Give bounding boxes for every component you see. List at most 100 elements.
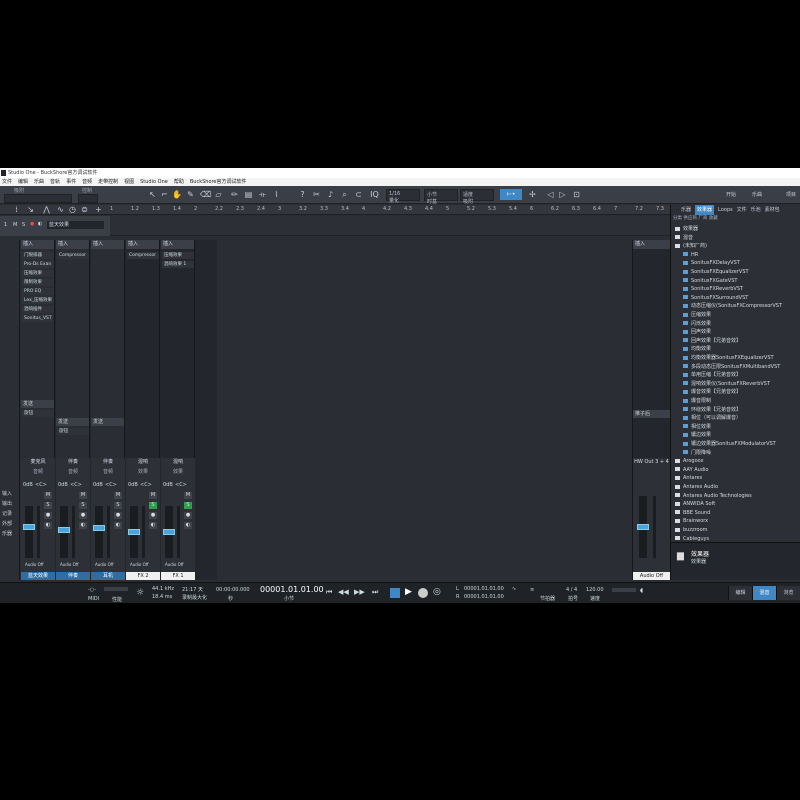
song-page-button[interactable]: 乐曲 [752, 191, 762, 198]
menu-item[interactable]: 音轨 [50, 178, 60, 186]
browser-tab[interactable]: 素材包 [765, 205, 780, 215]
browser-item[interactable]: 闪烁效果 [683, 320, 800, 328]
hw-fader-knob[interactable] [637, 524, 649, 530]
control-dropdown[interactable] [78, 194, 98, 203]
punch-icon[interactable]: ◎ [433, 587, 441, 597]
insert-header[interactable]: 插入 [126, 240, 159, 249]
paint-tool-icon[interactable]: ▱ [214, 190, 223, 199]
clock-icon[interactable]: ◷ [68, 205, 77, 214]
pan-value[interactable]: <C> [105, 482, 117, 488]
channel-foot[interactable]: FX 2 [126, 572, 160, 580]
insert-header[interactable]: 插入 [161, 240, 194, 249]
eraser-tool-icon[interactable]: ⌫ [200, 190, 211, 199]
send-header[interactable]: 发送 [56, 418, 89, 426]
channel-label[interactable]: 伴奏 [56, 458, 90, 466]
monitor-icon[interactable]: ◐ [79, 522, 87, 529]
browser-item[interactable]: 爆音效果【兄弟音效】 [683, 388, 800, 396]
rewind-icon[interactable]: ◀◀ [338, 588, 349, 596]
browser-item[interactable]: Arogoox [675, 457, 799, 465]
fader-knob[interactable] [128, 529, 140, 535]
browser-item[interactable]: 动态压缩仪(SonitusFXCompressorVST [683, 302, 800, 310]
menu-item[interactable]: 乐曲 [34, 178, 44, 186]
record-icon[interactable]: ● [114, 512, 122, 519]
insert-slot[interactable]: 压缩效果 [22, 270, 54, 277]
record-arm-icon[interactable]: ● [30, 221, 34, 227]
channel-label[interactable]: 混响 [161, 458, 195, 466]
mute-button[interactable]: M [44, 492, 52, 499]
browser-item[interactable]: 压缩效果 [683, 311, 800, 319]
browser-tab[interactable]: 文件 [737, 205, 747, 215]
insert-slot[interactable]: 混响效果 1 [162, 261, 194, 268]
insert-slot[interactable]: 门限排器 [22, 252, 54, 259]
iq-icon[interactable]: IQ [370, 190, 379, 199]
monitor-icon[interactable]: ◐ [38, 221, 42, 227]
fader-knob[interactable] [58, 527, 70, 533]
browser-item[interactable]: 效果器 [675, 225, 799, 233]
send-slot[interactable]: 旋钮 [22, 410, 54, 417]
end-icon[interactable]: ⏭ [372, 588, 378, 597]
browser-item[interactable]: 爆音限制 [683, 397, 800, 405]
master-volume-slider[interactable] [612, 588, 636, 592]
hand-tool-icon[interactable]: ✋ [172, 190, 182, 199]
mute-button[interactable]: M [79, 492, 87, 499]
range-tool-icon[interactable]: ⌐ [160, 190, 169, 199]
browser-item[interactable]: 回声效果 [683, 328, 800, 336]
gain-value[interactable]: 0dB [163, 482, 173, 488]
browser-item[interactable]: buzzroom [675, 526, 799, 534]
browser-item[interactable]: SonitusFXGateVST [683, 277, 800, 285]
hw-foot[interactable]: Audio Off [633, 572, 670, 580]
browser-item[interactable]: HR [683, 251, 800, 259]
mode-button[interactable]: 浏览 [776, 586, 800, 600]
pointer-tool-icon[interactable]: ↖ [148, 190, 157, 199]
browser-item[interactable]: 镶边效果器SonitusFXModulatorVST [683, 440, 800, 448]
volume-fader[interactable] [58, 506, 70, 558]
mute-tool-icon[interactable]: ⟛ [258, 190, 267, 199]
solo-button[interactable]: S [149, 502, 157, 509]
pan-value[interactable]: <C> [35, 482, 47, 488]
menu-item[interactable]: 文件 [2, 178, 12, 186]
bars-display[interactable]: 00001.01.01.00 [260, 585, 324, 594]
nudge-right-icon[interactable]: ▷ [558, 190, 567, 199]
metronome-settings-icon[interactable]: ≡ [530, 587, 534, 593]
draw-tool-icon[interactable]: ✏ [230, 190, 239, 199]
info-icon[interactable]: ⁞ [12, 205, 21, 214]
loop-tool-icon[interactable]: ⊂ [354, 190, 363, 199]
quantize-dropdown[interactable]: 1/16 量化 [386, 189, 420, 204]
timeline-ruler[interactable]: 1 1.2 1.3 1.4 2 2.2 2.3 2.4 3 3.2 3.3 3.4 4 4.2 4.3 4.4… [110, 205, 670, 215]
mixer-nav-item[interactable]: 外部 [2, 520, 12, 527]
start-page-button[interactable]: 开始 [726, 191, 736, 198]
gain-value[interactable]: 0dB [128, 482, 138, 488]
browser-item[interactable]: 混音 [675, 234, 799, 242]
insert-slot[interactable]: PRO EQ [22, 288, 54, 295]
menu-item[interactable]: BuckShore官方调试软件 [190, 178, 247, 186]
inspector-icon[interactable]: ↘ [26, 205, 35, 214]
tempo[interactable]: 120.00 [586, 587, 604, 593]
channel-foot[interactable]: 伴奏 [56, 572, 90, 580]
browser-item[interactable]: Brainworx [675, 517, 799, 525]
return-zero-icon[interactable]: ⏮ [326, 588, 332, 597]
monitor-icon[interactable]: ◐ [44, 522, 52, 529]
snapmode-dropdown[interactable]: 适度 吸附 [460, 189, 494, 205]
volume-fader[interactable] [23, 506, 35, 558]
channel-label[interactable]: 伴奏 [91, 458, 125, 466]
browser-item[interactable]: Antares [675, 474, 799, 482]
mixer-nav-item[interactable]: 输入 [2, 490, 12, 497]
insert-slot[interactable]: Compressor [127, 252, 159, 259]
hw-insert-header[interactable]: 插入 [633, 240, 670, 249]
loop-button[interactable] [390, 588, 400, 598]
mixer-nav-item[interactable]: 记录 [2, 510, 12, 517]
play-icon[interactable]: ▶ [405, 587, 412, 597]
rec-panel-icon[interactable]: ⊜ [80, 205, 89, 214]
send-slot[interactable]: 旋钮 [57, 428, 89, 435]
menu-item[interactable]: 视图 [124, 178, 134, 186]
mixer-nav-item[interactable]: 输出 [2, 500, 12, 507]
gain-value[interactable]: 0dB [93, 482, 103, 488]
curve-icon[interactable]: ∿ [56, 205, 65, 214]
monitor-icon[interactable]: ◐ [114, 522, 122, 529]
channel-foot[interactable]: 耳机 [91, 572, 125, 580]
pan-value[interactable]: <C> [175, 482, 187, 488]
fader-knob[interactable] [163, 529, 175, 535]
add-track-icon[interactable]: + [94, 205, 103, 214]
hw-send-header[interactable]: 推子后 [633, 410, 670, 418]
insert-slot[interactable]: Sonitus_VST [22, 315, 54, 322]
